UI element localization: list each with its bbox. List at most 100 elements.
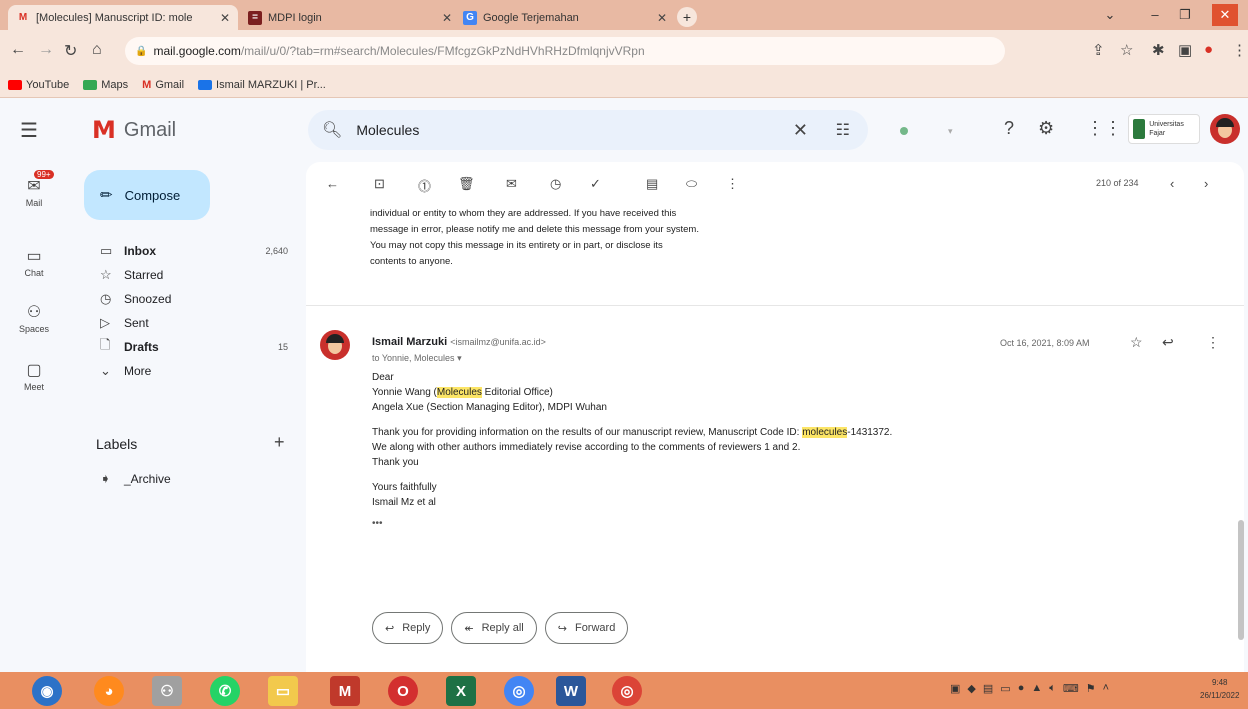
network-icon[interactable]: ▲ (1031, 682, 1042, 695)
reply-all-button[interactable]: ↞ Reply all (451, 612, 537, 644)
share-icon[interactable]: ⇪ (1092, 41, 1105, 59)
older-icon[interactable]: › (1204, 176, 1208, 191)
close-icon[interactable]: ✕ (220, 11, 230, 25)
compose-button[interactable]: ✏ Compose (84, 170, 210, 220)
back-to-list-icon[interactable]: ← (326, 176, 339, 191)
move-to-icon[interactable]: ▤ (646, 176, 658, 192)
firefox-icon[interactable]: ◕ (94, 676, 124, 706)
start-button[interactable]: ◉ (32, 676, 62, 706)
main-menu-icon[interactable]: ☰ (20, 118, 38, 143)
bookmark-ismail-marzuki[interactable]: Ismail MARZUKI | Pr... (198, 79, 326, 91)
search-icon[interactable]: 🔍︎ (322, 120, 342, 140)
app-tray-icon[interactable]: ▣ (950, 682, 960, 695)
star-icon[interactable]: ☆ (1130, 334, 1143, 351)
label-icon[interactable]: ⬭ (686, 176, 697, 192)
archive-icon[interactable]: ⊡ (374, 176, 385, 192)
show-trimmed-content[interactable]: ••• (372, 516, 383, 531)
bookmark-maps[interactable]: Maps (83, 79, 128, 91)
add-label-icon[interactable]: + (274, 432, 285, 453)
whatsapp-icon[interactable]: ✆ (210, 676, 240, 706)
sender-line[interactable]: Ismail Marzuki <ismailmz@unifa.ac.id> (372, 336, 546, 348)
snooze-icon[interactable]: ◷ (550, 176, 561, 192)
help-icon[interactable]: ? (1004, 118, 1014, 139)
network-people-icon[interactable]: ⚇ (152, 676, 182, 706)
mark-unread-icon[interactable]: ✉ (506, 176, 517, 192)
search-options-icon[interactable]: ☷ (836, 120, 850, 140)
menu-icon[interactable]: ⋮ (1232, 41, 1247, 59)
nav-sent[interactable]: ▷ Sent (68, 310, 300, 336)
rail-label: Chat (24, 268, 44, 278)
tab-google-translate[interactable]: G Google Terjemahan ✕ (455, 5, 675, 30)
settings-gear-icon[interactable]: ⚙ (1038, 118, 1054, 139)
bookmark-youtube[interactable]: YouTube (8, 79, 69, 91)
profile-icon[interactable]: ● (1204, 41, 1213, 58)
recipients-line[interactable]: to Yonnie, Molecules ▾ (372, 353, 462, 364)
organization-logo[interactable]: Universitas Fajar (1128, 114, 1200, 144)
extensions-icon[interactable]: ✱ (1152, 41, 1165, 59)
reply-button[interactable]: ↩ Reply (372, 612, 444, 644)
bookmark-gmail[interactable]: M Gmail (142, 79, 184, 91)
more-options-icon[interactable]: ⋮ (1206, 334, 1220, 351)
close-window-button[interactable]: ✕ (1212, 4, 1238, 26)
nav-inbox[interactable]: ▭ Inbox 2,640 (68, 238, 300, 264)
url-field[interactable]: 🔒 mail.google.com /mail/u/0/?tab=rm#sear… (125, 37, 1005, 65)
close-icon[interactable]: ✕ (657, 11, 667, 25)
antivirus-icon[interactable]: ● (1018, 682, 1025, 695)
rail-spaces[interactable]: ⚇ Spaces (0, 302, 68, 334)
report-spam-icon[interactable]: ⓵ (418, 176, 431, 195)
opera-icon[interactable]: O (388, 676, 418, 706)
chrome-active-icon[interactable]: ◎ (612, 676, 642, 706)
minimize-button[interactable]: – (1142, 4, 1168, 26)
nav-more[interactable]: ⌄ More (68, 358, 300, 384)
more-options-icon[interactable]: ⋮ (726, 176, 739, 192)
add-task-icon[interactable]: ✓ (590, 176, 601, 192)
sender-avatar[interactable] (320, 330, 350, 360)
language-icon[interactable]: ⌨ (1063, 682, 1079, 695)
tab-molecules-manuscript[interactable]: M [Molecules] Manuscript ID: mole ✕ (8, 5, 238, 30)
nav-starred[interactable]: ☆ Starred (68, 262, 300, 288)
chrome-icon[interactable]: ◎ (504, 676, 534, 706)
account-avatar[interactable] (1210, 114, 1240, 144)
newer-icon[interactable]: ‹ (1170, 176, 1174, 191)
gmail-logo[interactable]: M Gmail (92, 116, 176, 144)
system-clock[interactable]: 9:48 26/11/2022 (1200, 676, 1239, 702)
flag-icon[interactable]: ⚑ (1086, 682, 1096, 695)
scrollbar[interactable] (1238, 520, 1244, 640)
tab-search-icon[interactable]: ⌄ (1100, 4, 1120, 26)
delete-icon[interactable]: 🗑︎ (458, 176, 475, 192)
sidepanel-icon[interactable]: ▣ (1178, 41, 1192, 59)
bookmark-star-icon[interactable]: ☆ (1120, 41, 1133, 59)
search-input[interactable]: Molecules (356, 122, 419, 138)
nav-snoozed[interactable]: ◷ Snoozed (68, 286, 300, 312)
browser-tab-bar: M [Molecules] Manuscript ID: mole ✕ = MD… (0, 0, 1248, 30)
status-indicator[interactable]: ▾ (888, 122, 978, 140)
rail-mail[interactable]: ✉ 99+ Mail (0, 170, 68, 208)
nav-drafts[interactable]: 🗋 Drafts 15 (68, 334, 300, 360)
rail-meet[interactable]: ▢ Meet (0, 360, 68, 392)
forward-button[interactable]: ↪ Forward (544, 612, 629, 644)
rail-chat[interactable]: ▭ Chat (0, 246, 68, 278)
maximize-button[interactable]: ❐ (1172, 4, 1198, 26)
tab-mdpi-login[interactable]: = MDPI login ✕ (240, 5, 460, 30)
back-icon[interactable]: ← (10, 41, 26, 59)
mendeley-icon[interactable]: M (330, 676, 360, 706)
word-icon[interactable]: W (556, 676, 586, 706)
volume-icon[interactable]: 🔈︎ (1049, 682, 1056, 695)
app-tray-icon[interactable]: ◆ (967, 682, 975, 695)
app-tray-icon[interactable]: ▤ (983, 682, 993, 695)
excel-icon[interactable]: X (446, 676, 476, 706)
home-icon[interactable]: ⌂ (92, 41, 102, 59)
close-icon[interactable]: ✕ (442, 11, 452, 25)
new-tab-button[interactable]: + (677, 7, 697, 27)
reply-icon[interactable]: ↩ (1162, 334, 1174, 351)
spaces-icon: ⚇ (26, 304, 42, 321)
pagination-count: 210 of 234 (1096, 178, 1139, 188)
search-bar[interactable]: 🔍︎ Molecules ✕ ☷ (308, 110, 868, 150)
clear-search-icon[interactable]: ✕ (793, 120, 808, 141)
chevron-up-icon[interactable]: ˄ (1103, 682, 1109, 695)
label-archive[interactable]: ➧ _Archive (68, 466, 300, 492)
file-explorer-icon[interactable]: ▭ (268, 676, 298, 706)
battery-icon[interactable]: ▭ (1000, 682, 1010, 695)
forward-icon[interactable]: → (38, 41, 54, 59)
reload-icon[interactable]: ↻ (64, 41, 77, 61)
